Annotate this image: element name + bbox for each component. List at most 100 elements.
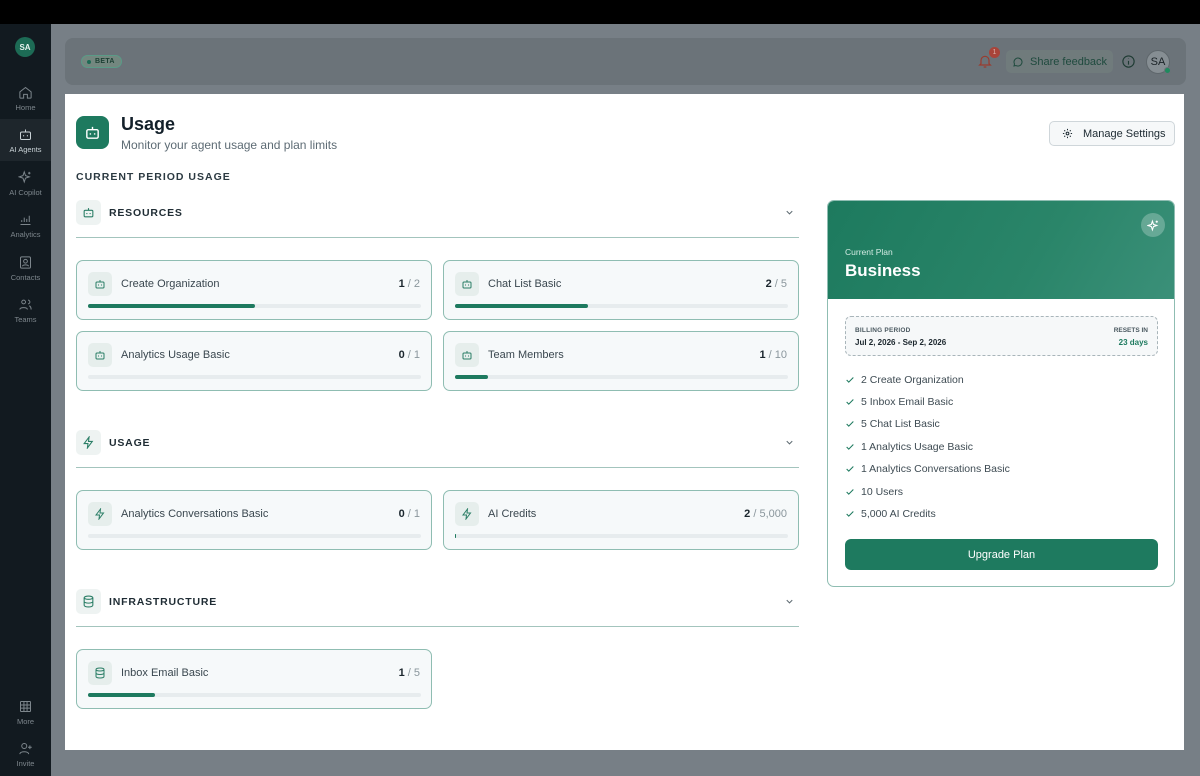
users-icon xyxy=(19,299,32,310)
chevron-down-icon[interactable] xyxy=(784,596,795,607)
chart-icon xyxy=(20,215,31,225)
card-label: Create Organization xyxy=(121,278,220,290)
bot-icon xyxy=(95,280,105,289)
resets-in-value: 23 days xyxy=(1118,338,1148,347)
current-plan-label: Current Plan xyxy=(845,247,893,257)
billing-period-label: BILLING PERIOD xyxy=(855,327,911,334)
plan-feature-item: 1 Analytics Usage Basic xyxy=(845,441,973,453)
plan-feature-item: 1 Analytics Conversations Basic xyxy=(845,463,1010,475)
contact-icon xyxy=(20,255,31,269)
card-label: Team Members xyxy=(488,349,564,361)
online-status-dot xyxy=(1164,67,1171,74)
usage-progress-fill xyxy=(455,304,589,308)
sidebar-item-ai-agents[interactable]: AI Agents xyxy=(0,119,51,161)
chevron-down-icon[interactable] xyxy=(784,207,795,218)
current-period-heading: CURRENT PERIOD USAGE xyxy=(76,171,231,183)
check-icon xyxy=(846,421,854,427)
bot-icon xyxy=(95,351,105,360)
check-icon xyxy=(846,377,854,383)
lightning-icon xyxy=(95,508,105,520)
top-header: BETA 1 Share feedback SA xyxy=(65,38,1186,85)
home-icon xyxy=(19,86,32,99)
check-icon xyxy=(846,489,854,495)
lightning-icon xyxy=(83,436,94,449)
card-usage-value: 1 / 10 xyxy=(759,349,787,361)
usage-progress-bar xyxy=(455,375,788,379)
usage-card-create-organization: Create Organization 1 / 2 xyxy=(76,260,432,320)
sidebar-item-teams[interactable]: Teams xyxy=(0,289,51,331)
user-plus-icon xyxy=(19,742,32,754)
upgrade-plan-button[interactable]: Upgrade Plan xyxy=(845,539,1158,570)
main-content: Usage Monitor your agent usage and plan … xyxy=(65,94,1184,750)
card-icon xyxy=(88,272,112,296)
database-icon xyxy=(95,667,105,679)
card-label: Inbox Email Basic xyxy=(121,667,209,679)
beta-badge-label: BETA xyxy=(95,58,115,65)
usage-progress-fill xyxy=(455,375,489,379)
sidebar-item-invite[interactable]: Invite xyxy=(0,733,51,775)
usage-progress-bar xyxy=(455,534,788,538)
card-usage-value: 2 / 5,000 xyxy=(744,508,787,520)
notification-count-badge: 1 xyxy=(989,47,1000,58)
section-title: RESOURCES xyxy=(109,207,183,219)
usage-card-analytics-usage-basic: Analytics Usage Basic 0 / 1 xyxy=(76,331,432,391)
section-header-usage[interactable]: USAGE xyxy=(76,430,799,468)
database-icon xyxy=(83,595,94,608)
bot-icon xyxy=(83,208,94,218)
card-usage-value: 1 / 2 xyxy=(398,278,420,290)
chevron-down-icon[interactable] xyxy=(784,437,795,448)
bot-icon xyxy=(86,126,99,139)
sparkles-icon xyxy=(18,169,31,183)
plan-sparkles-button[interactable] xyxy=(1141,213,1165,237)
usage-progress-bar xyxy=(88,693,421,697)
page-subtitle: Monitor your agent usage and plan limits xyxy=(121,138,338,152)
card-icon xyxy=(88,343,112,367)
card-usage-value: 0 / 1 xyxy=(398,508,420,520)
section-header-resources[interactable]: RESOURCES xyxy=(76,200,799,238)
plan-feature-item: 5 Chat List Basic xyxy=(845,418,940,430)
card-icon xyxy=(88,502,112,526)
share-feedback-label: Share feedback xyxy=(1030,55,1108,68)
beta-dot-icon xyxy=(87,59,91,64)
usage-progress-bar xyxy=(88,534,421,538)
sidebar-item-contacts[interactable]: Contacts xyxy=(0,247,51,289)
usage-card-chat-list-basic: Chat List Basic 2 / 5 xyxy=(443,260,799,320)
share-feedback-button[interactable]: Share feedback xyxy=(1006,50,1114,73)
usage-progress-bar xyxy=(88,304,421,308)
bot-icon xyxy=(462,280,472,289)
card-icon xyxy=(455,502,479,526)
bot-icon xyxy=(462,351,472,360)
section-header-infrastructure[interactable]: INFRASTRUCTURE xyxy=(76,589,799,627)
manage-settings-button[interactable]: Manage Settings xyxy=(1049,121,1175,146)
sidebar-item-ai-copilot[interactable]: AI Copilot xyxy=(0,162,51,204)
plan-feature-item: 2 Create Organization xyxy=(845,374,964,386)
sparkles-icon xyxy=(1146,218,1158,232)
sidebar-item-label: Contacts xyxy=(10,272,41,282)
sidebar-item-label: Home xyxy=(15,102,36,112)
sidebar-item-analytics[interactable]: Analytics xyxy=(0,204,51,246)
workspace-avatar[interactable]: SA xyxy=(15,37,35,57)
plan-feature-item: 10 Users xyxy=(845,486,903,498)
usage-card-ai-credits: AI Credits 2 / 5,000 xyxy=(443,490,799,550)
section-icon xyxy=(76,430,101,455)
lightning-icon xyxy=(462,508,472,520)
info-icon[interactable] xyxy=(1121,54,1136,69)
bot-icon xyxy=(20,129,31,140)
usage-progress-bar xyxy=(455,304,788,308)
check-icon xyxy=(846,511,854,517)
usage-card-team-members: Team Members 1 / 10 xyxy=(443,331,799,391)
usage-card-analytics-conversations-basic: Analytics Conversations Basic 0 / 1 xyxy=(76,490,432,550)
plan-feature-item: 5 Inbox Email Basic xyxy=(845,396,953,408)
sidebar-item-label: Teams xyxy=(14,314,37,324)
sidebar-item-home[interactable]: Home xyxy=(0,77,51,119)
sidebar-item-more[interactable]: More xyxy=(0,691,51,733)
window-top-bar xyxy=(0,0,1200,24)
check-icon xyxy=(846,466,854,472)
card-icon xyxy=(455,343,479,367)
sidebar-item-label: AI Agents xyxy=(9,144,42,154)
section-title: USAGE xyxy=(109,437,151,449)
card-icon xyxy=(88,661,112,685)
card-usage-value: 0 / 1 xyxy=(398,349,420,361)
section-icon xyxy=(76,589,101,614)
sidebar-item-label: More xyxy=(16,716,35,726)
